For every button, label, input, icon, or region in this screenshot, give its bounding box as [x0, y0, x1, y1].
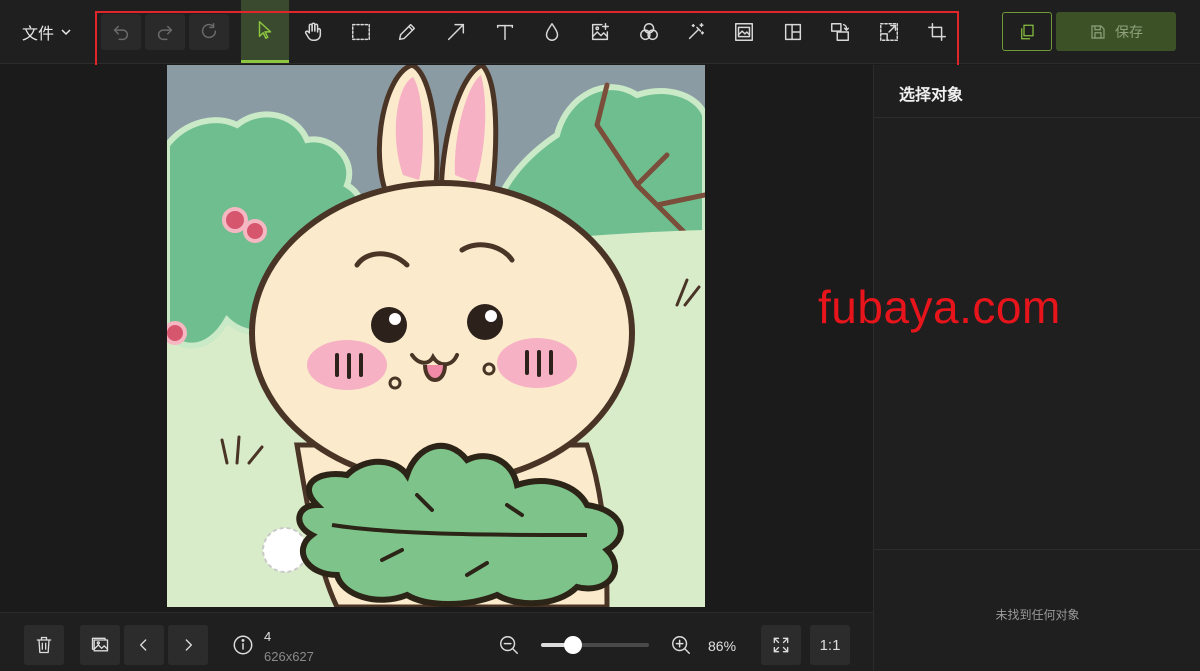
save-button-label: 保存 — [1115, 23, 1143, 40]
delete-button[interactable] — [24, 625, 64, 665]
save-icon — [1091, 24, 1105, 39]
panel-divider — [874, 549, 1200, 550]
trash-icon — [36, 636, 52, 654]
fit-screen-button[interactable] — [761, 625, 801, 665]
empty-state-text: 未找到任何对象 — [995, 608, 1080, 622]
copy-button[interactable] — [1002, 12, 1052, 51]
panel-divider — [874, 117, 1200, 118]
fit-screen-icon — [773, 637, 789, 653]
zoom-out-button[interactable] — [498, 634, 520, 656]
zoom-level: 86% — [708, 638, 737, 654]
image-index: 4 — [264, 629, 272, 644]
gallery-icon — [91, 637, 109, 652]
canvas-image[interactable] — [167, 65, 705, 607]
prev-image-button[interactable] — [124, 625, 164, 665]
watermark-text: fubaya.com — [818, 281, 1061, 333]
file-menu-label: 文件 — [22, 26, 55, 43]
chevron-left-icon — [140, 639, 147, 651]
zoom-in-button[interactable] — [670, 634, 692, 656]
file-menu[interactable]: 文件 — [22, 20, 72, 44]
zoom-out-icon — [500, 636, 518, 654]
toolbar-highlight-box — [95, 11, 959, 67]
next-image-button[interactable] — [168, 625, 208, 665]
actual-size-button[interactable]: 1:1 — [810, 625, 850, 665]
chevron-down-icon — [61, 29, 71, 36]
chevron-right-icon — [185, 639, 192, 651]
zoom-slider[interactable] — [541, 636, 649, 654]
canvas-area[interactable] — [0, 65, 873, 612]
panel-title: 选择对象 — [899, 87, 964, 104]
info-icon[interactable] — [232, 634, 254, 656]
zoom-slider-thumb[interactable] — [564, 636, 583, 654]
copy-icon — [1021, 24, 1034, 39]
save-button[interactable]: 保存 — [1056, 12, 1176, 51]
object-panel: 选择对象 未找到任何对象 — [873, 65, 1200, 671]
rabbit-illustration — [167, 65, 705, 607]
gallery-button[interactable] — [80, 625, 120, 665]
top-toolbar: 文件 保存 — [0, 0, 1200, 67]
bottom-toolbar: 4 626x627 86% 1:1 — [0, 612, 873, 671]
image-dimensions: 626x627 — [264, 649, 314, 664]
zoom-in-icon — [672, 636, 690, 654]
